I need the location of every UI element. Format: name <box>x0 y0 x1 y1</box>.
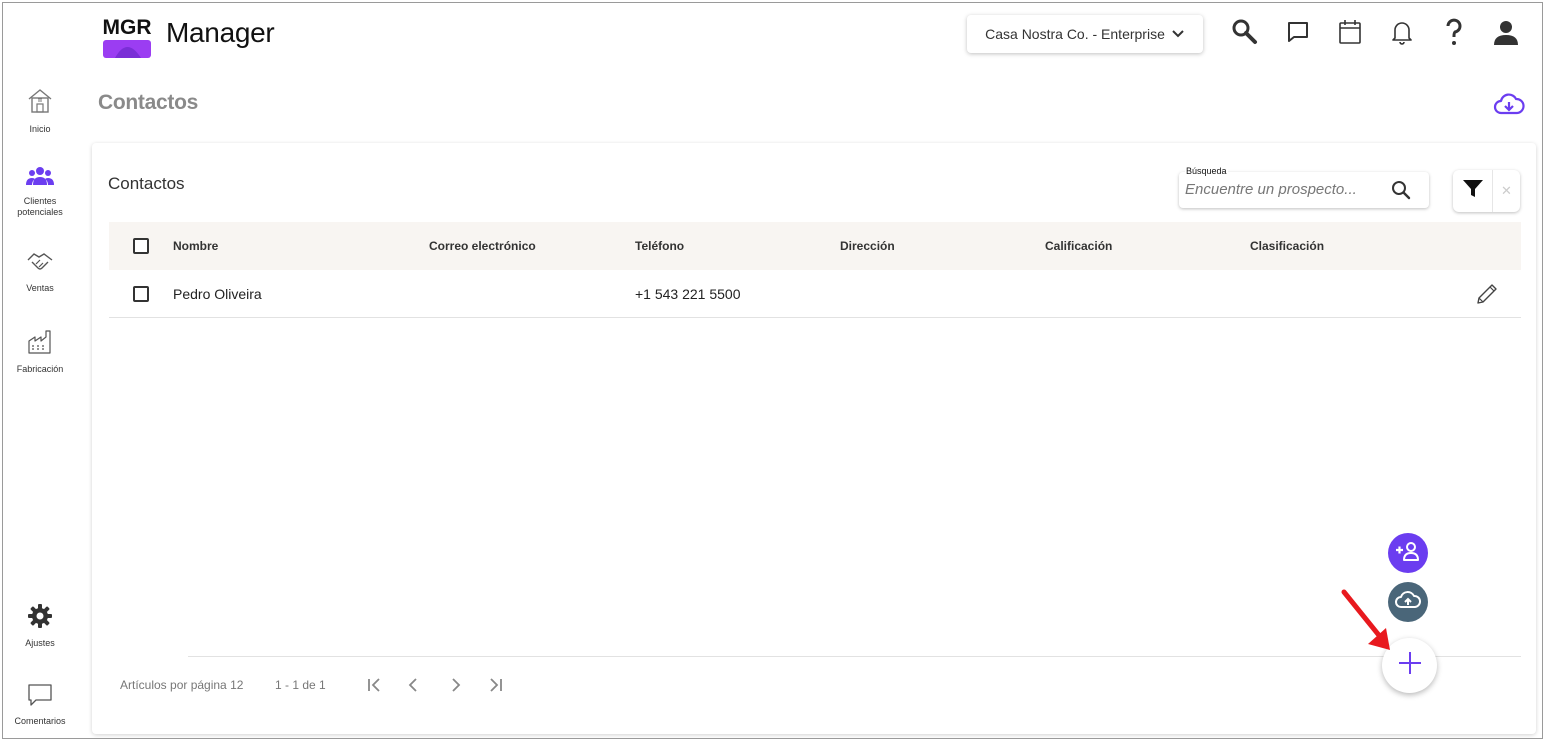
calendar-icon[interactable] <box>1335 17 1365 47</box>
cloud-upload-icon <box>1395 590 1421 615</box>
home-icon <box>26 87 54 120</box>
handshake-icon <box>26 250 54 279</box>
first-page-icon[interactable] <box>361 671 389 699</box>
footer-divider <box>188 656 1521 657</box>
brand-name: Manager <box>166 17 275 48</box>
search-box: Búsqueda <box>1179 166 1429 208</box>
cell-telefono: +1 543 221 5500 <box>635 285 741 302</box>
sidebar-item-label: Ajustes <box>25 638 55 648</box>
user-account-icon[interactable] <box>1491 17 1521 47</box>
sidebar-item-label: Inicio <box>29 124 51 134</box>
search-icon[interactable] <box>1230 17 1260 47</box>
search-label: Búsqueda <box>1185 166 1228 176</box>
people-icon <box>26 165 54 192</box>
clear-filter-button[interactable]: ✕ <box>1493 170 1520 212</box>
funnel-icon <box>1462 179 1484 204</box>
card-title: Contactos <box>108 174 185 193</box>
search-input[interactable] <box>1185 181 1385 198</box>
previous-page-icon[interactable] <box>400 671 428 699</box>
sidebar-item-label: Fabricación <box>16 364 64 374</box>
add-contact-button[interactable] <box>1388 533 1428 573</box>
column-header-clasificacion[interactable]: Clasificación <box>1250 239 1324 253</box>
sidebar-item-label: Ventas <box>26 283 54 293</box>
sidebar-item-comentarios[interactable]: Comentarios <box>5 683 75 727</box>
sidebar-item-ajustes[interactable]: Ajustes <box>5 603 75 649</box>
plus-icon <box>1397 650 1423 681</box>
sidebar-item-label: Comentarios <box>14 716 66 726</box>
upload-button[interactable] <box>1388 582 1428 622</box>
pagination-range: 1 - 1 de 1 <box>275 678 326 692</box>
logo-text: MGR <box>103 16 152 39</box>
select-all-checkbox[interactable] <box>133 238 149 254</box>
gear-icon <box>27 603 53 634</box>
sidebar-item-label: Clientes potenciales <box>17 196 63 217</box>
column-header-telefono[interactable]: Teléfono <box>635 239 684 253</box>
app-logo[interactable]: MGR <box>101 10 153 60</box>
last-page-icon[interactable] <box>481 671 509 699</box>
chat-icon[interactable] <box>1283 17 1313 47</box>
filter-button[interactable] <box>1453 170 1493 212</box>
help-icon[interactable] <box>1439 17 1469 47</box>
sidebar-item-clientes-potenciales[interactable]: Clientes potenciales <box>5 165 75 218</box>
chevron-down-icon <box>1171 26 1185 43</box>
items-per-page[interactable]: Artículos por página 12 <box>120 678 243 692</box>
cloud-download-icon[interactable] <box>1493 91 1525 119</box>
row-checkbox[interactable] <box>133 286 149 302</box>
organization-select[interactable]: Casa Nostra Co. - Enterprise <box>967 15 1203 53</box>
contacts-table: Nombre Correo electrónico Teléfono Direc… <box>109 222 1521 318</box>
column-header-direccion[interactable]: Dirección <box>840 239 895 253</box>
comment-icon <box>27 683 53 712</box>
app-window: MGR Manager Casa Nostra Co. - Enterprise… <box>2 2 1543 739</box>
sidebar-item-ventas[interactable]: Ventas <box>5 250 75 294</box>
edit-pencil-icon[interactable] <box>1475 282 1499 306</box>
page-title: Contactos <box>98 91 198 114</box>
organization-label: Casa Nostra Co. - Enterprise <box>985 26 1165 42</box>
search-icon[interactable] <box>1390 179 1412 201</box>
cell-nombre: Pedro Oliveira <box>173 285 262 302</box>
table-row[interactable]: Pedro Oliveira +1 543 221 5500 <box>109 270 1521 318</box>
column-header-calificacion[interactable]: Calificación <box>1045 239 1112 253</box>
column-header-nombre[interactable]: Nombre <box>173 239 218 253</box>
sidebar-item-inicio[interactable]: Inicio <box>5 87 75 135</box>
table-header: Nombre Correo electrónico Teléfono Direc… <box>109 222 1521 270</box>
bell-icon[interactable] <box>1387 17 1417 47</box>
filter-group: ✕ <box>1453 170 1520 212</box>
sidebar-item-fabricacion[interactable]: Fabricación <box>5 329 75 375</box>
factory-icon <box>27 329 53 360</box>
column-header-correo[interactable]: Correo electrónico <box>429 239 536 253</box>
add-button[interactable] <box>1382 638 1437 693</box>
contacts-card: Contactos Búsqueda ✕ Nombre Correo elect… <box>92 143 1536 734</box>
next-page-icon[interactable] <box>441 671 469 699</box>
add-person-icon <box>1395 541 1421 566</box>
